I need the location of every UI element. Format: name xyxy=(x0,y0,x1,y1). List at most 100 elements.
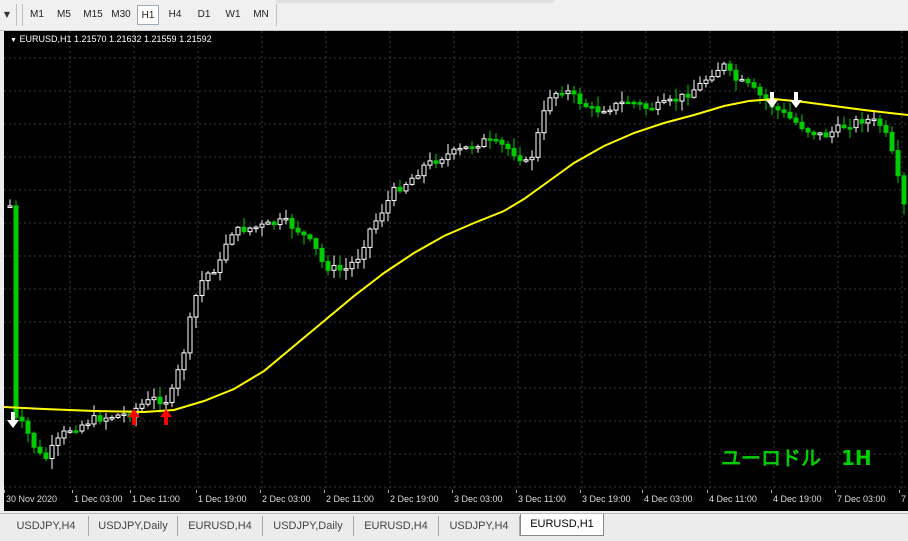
candle-body xyxy=(529,156,535,161)
candle-body xyxy=(397,186,403,192)
chart-overlay-label: ユーロドル 1H xyxy=(721,446,872,470)
candle-body xyxy=(115,414,121,419)
tab-eurusd-h4[interactable]: EURUSD,H4 xyxy=(178,516,263,536)
candle-body xyxy=(25,420,31,434)
candle-body xyxy=(61,430,67,439)
candle-body xyxy=(235,226,241,236)
candle-body xyxy=(817,132,823,136)
candle-body xyxy=(49,444,55,459)
candle-body xyxy=(715,69,721,78)
time-axis-tick xyxy=(642,490,643,493)
candle-body xyxy=(493,139,499,142)
candle-body xyxy=(211,272,217,275)
candle-body xyxy=(883,125,889,133)
candle-body xyxy=(289,217,295,229)
time-axis-tick xyxy=(196,490,197,493)
timeframe-h1[interactable]: H1 xyxy=(137,5,159,25)
tab-eurusd-h1[interactable]: EURUSD,H1 xyxy=(520,514,604,536)
candle-body xyxy=(787,111,793,119)
candle-body xyxy=(691,89,697,98)
time-axis-tick xyxy=(516,490,517,493)
time-axis-tick xyxy=(452,490,453,493)
candle-body xyxy=(643,103,649,109)
candle-body xyxy=(541,110,547,134)
timeframe-d1[interactable]: D1 xyxy=(192,5,216,25)
tab-usdjpy-daily[interactable]: USDJPY,Daily xyxy=(263,516,354,536)
candle-body xyxy=(385,200,391,214)
price-chart[interactable]: ▼ EURUSD,H1 1.21570 1.21632 1.21559 1.21… xyxy=(3,31,908,511)
timeframe-m30[interactable]: M30 xyxy=(108,5,134,25)
candle-body xyxy=(19,416,25,422)
candle-body xyxy=(739,78,745,82)
tab-usdjpy-daily[interactable]: USDJPY,Daily xyxy=(89,516,178,536)
collapse-icon[interactable]: ▼ xyxy=(10,37,17,44)
candle-body xyxy=(271,221,277,225)
tab-usdjpy-h4[interactable]: USDJPY,H4 xyxy=(4,516,89,536)
candle-body xyxy=(589,106,595,109)
candle-body xyxy=(265,221,271,225)
candle-body xyxy=(7,205,13,208)
candle-body xyxy=(487,138,493,141)
candle-body xyxy=(379,212,385,222)
candle-body xyxy=(283,217,289,221)
candle-body xyxy=(199,280,205,297)
time-axis-label: 4 Dec 03:00 xyxy=(644,494,693,504)
candle-body xyxy=(91,415,97,425)
timeframe-w1[interactable]: W1 xyxy=(220,5,246,25)
time-axis-tick xyxy=(835,490,836,493)
timeframe-h4[interactable]: H4 xyxy=(164,5,186,25)
chart-canvas[interactable] xyxy=(3,31,908,490)
time-axis-label: 7 Dec 03:00 xyxy=(837,494,886,504)
candle-body xyxy=(193,295,199,318)
candle-body xyxy=(463,146,469,149)
time-axis-tick xyxy=(324,490,325,493)
candle-body xyxy=(871,118,877,122)
timeframe-m15[interactable]: M15 xyxy=(80,5,106,25)
candle-body xyxy=(55,437,61,446)
candle-body xyxy=(157,396,163,405)
candle-body xyxy=(523,159,529,162)
candle-body xyxy=(307,234,313,240)
chart-tabs-bar: USDJPY,H4 USDJPY,Daily EURUSD,H4 USDJPY,… xyxy=(0,513,908,541)
candle-body xyxy=(217,259,223,274)
candle-body xyxy=(637,102,643,105)
candle-body xyxy=(169,387,175,404)
candle-body xyxy=(229,234,235,245)
candle-body xyxy=(577,93,583,105)
candle-body xyxy=(559,92,565,96)
candle-body xyxy=(349,261,355,270)
tab-usdjpy-h4[interactable]: USDJPY,H4 xyxy=(439,516,520,536)
candle-body xyxy=(775,106,781,111)
time-axis-label: 2 Dec 03:00 xyxy=(262,494,311,504)
time-axis-label: 3 Dec 19:00 xyxy=(582,494,631,504)
time-axis-label: 7 xyxy=(901,494,907,504)
time-axis-label: 1 Dec 03:00 xyxy=(74,494,123,504)
candle-body xyxy=(517,155,523,162)
candle-body xyxy=(325,261,331,271)
tab-eurusd-h4[interactable]: EURUSD,H4 xyxy=(354,516,439,536)
candle-body xyxy=(841,124,847,129)
time-axis-label: 1 Dec 19:00 xyxy=(198,494,247,504)
candle-body xyxy=(505,143,511,150)
candle-body xyxy=(727,63,733,71)
toolbar-separator xyxy=(16,4,17,26)
candle-body xyxy=(619,101,625,105)
candle-body xyxy=(685,93,691,98)
time-axis-label: 4 Dec 19:00 xyxy=(773,494,822,504)
candle-body xyxy=(631,101,637,105)
candle-body xyxy=(253,226,259,230)
candle-body xyxy=(355,258,361,263)
candle-body xyxy=(733,69,739,81)
time-axis-tick xyxy=(130,490,131,493)
candle-body xyxy=(889,131,895,152)
timeframe-m5[interactable]: M5 xyxy=(52,5,76,25)
candle-body xyxy=(865,118,871,124)
candle-body xyxy=(259,223,265,228)
timeframe-m1[interactable]: M1 xyxy=(26,5,48,25)
toolbar-dropdown-icon[interactable]: ▼ xyxy=(2,6,12,24)
candle-body xyxy=(145,399,151,405)
time-axis-tick xyxy=(260,490,261,493)
time-axis-tick xyxy=(899,490,900,493)
candle-body xyxy=(853,119,859,129)
timeframe-mn[interactable]: MN xyxy=(248,5,274,25)
